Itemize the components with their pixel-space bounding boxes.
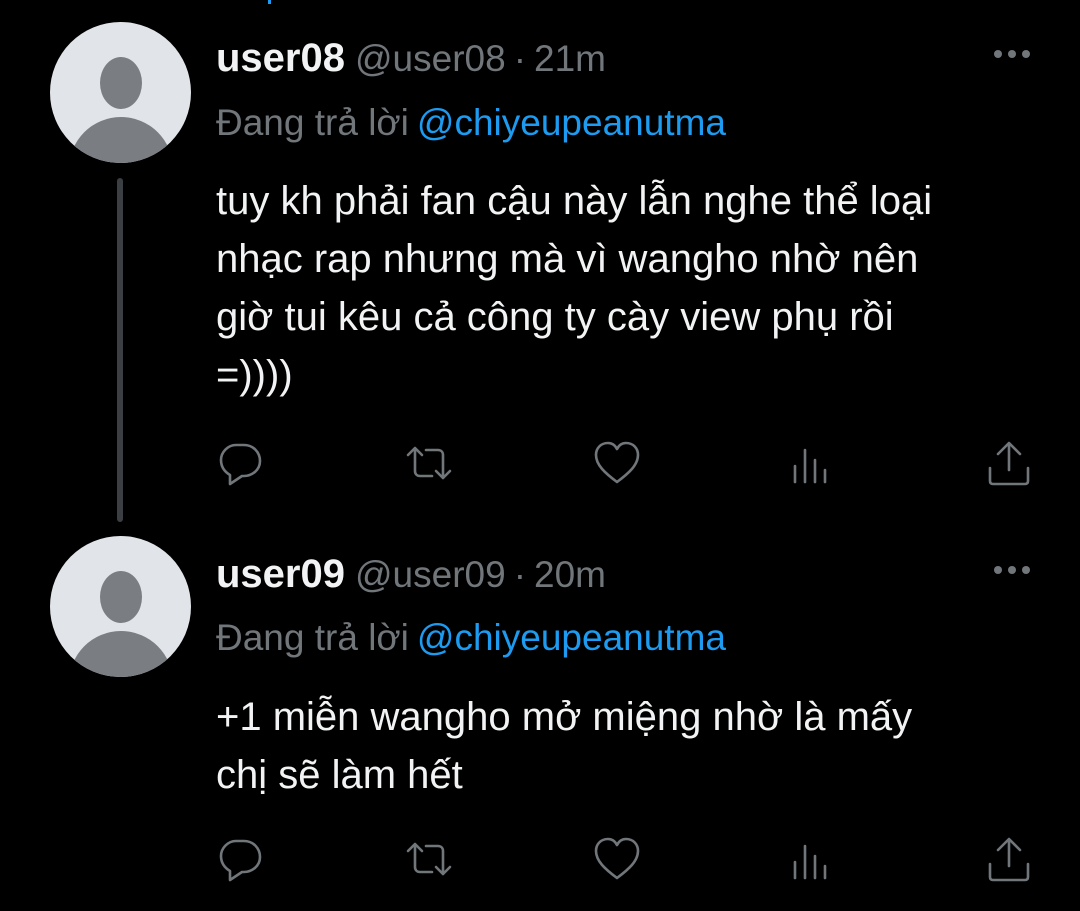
share-icon bbox=[988, 441, 1030, 486]
tweet-reply-2[interactable]: user09 @user09 · 20m Đang trả lời @chiyeupea… bbox=[0, 530, 1080, 911]
timestamp[interactable]: 21m bbox=[534, 38, 606, 79]
tweet-header: user09 @user09 · 20m bbox=[216, 552, 1080, 602]
display-name[interactable]: user09 bbox=[216, 552, 345, 596]
thread-connector-line bbox=[117, 178, 123, 522]
share-button[interactable] bbox=[984, 438, 1034, 488]
separator-dot: · bbox=[513, 38, 527, 79]
tweet-action-bar bbox=[216, 438, 1036, 488]
timestamp[interactable]: 20m bbox=[534, 554, 606, 595]
replying-to: Đang trả lời @chiyeupeanutma bbox=[216, 102, 726, 144]
default-avatar-body-icon bbox=[68, 117, 173, 163]
tweet-reply-1[interactable]: user08 @user08 · 21m Đang trả lời @chiyeupea… bbox=[0, 0, 1080, 530]
reply-mention-link[interactable]: @chiyeupeanutma bbox=[417, 102, 726, 143]
views-button[interactable] bbox=[786, 438, 836, 488]
retweet-icon bbox=[406, 446, 452, 480]
more-options-icon[interactable] bbox=[994, 50, 1030, 60]
default-avatar-head-icon bbox=[99, 57, 142, 109]
reply-icon bbox=[219, 839, 262, 882]
retweet-icon bbox=[406, 842, 452, 876]
tweet-header: user08 @user08 · 21m bbox=[216, 36, 1080, 86]
retweet-button[interactable] bbox=[404, 834, 454, 884]
reply-icon bbox=[219, 443, 262, 486]
reply-mention-link[interactable]: @chiyeupeanutma bbox=[417, 617, 726, 658]
display-name[interactable]: user08 bbox=[216, 36, 345, 80]
user-handle[interactable]: @user08 bbox=[355, 38, 506, 79]
separator-dot: · bbox=[513, 554, 527, 595]
more-options-icon[interactable] bbox=[994, 566, 1030, 576]
like-icon bbox=[594, 837, 640, 880]
tweet-text: tuy kh phải fan cậu này lẫn nghe thể loạ… bbox=[216, 179, 933, 397]
tweet-action-bar bbox=[216, 834, 1036, 884]
avatar[interactable] bbox=[50, 536, 191, 677]
replying-to: Đang trả lời @chiyeupeanutma bbox=[216, 617, 726, 659]
views-icon bbox=[793, 844, 827, 880]
views-button[interactable] bbox=[786, 834, 836, 884]
default-avatar-head-icon bbox=[99, 571, 142, 623]
like-button[interactable] bbox=[592, 438, 642, 488]
reply-button[interactable] bbox=[216, 438, 266, 488]
share-icon bbox=[988, 837, 1030, 882]
tweet-text: +1 miễn wangho mở miệng nhờ là mấy chị s… bbox=[216, 695, 913, 797]
retweet-button[interactable] bbox=[404, 438, 454, 488]
replying-to-label: Đang trả lời bbox=[216, 102, 409, 143]
like-button[interactable] bbox=[592, 834, 642, 884]
replying-to-label: Đang trả lời bbox=[216, 617, 409, 658]
views-icon bbox=[793, 448, 827, 484]
user-handle[interactable]: @user09 bbox=[355, 554, 506, 595]
like-icon bbox=[594, 441, 640, 484]
default-avatar-body-icon bbox=[68, 631, 173, 677]
share-button[interactable] bbox=[984, 834, 1034, 884]
reply-button[interactable] bbox=[216, 834, 266, 884]
avatar[interactable] bbox=[50, 22, 191, 163]
